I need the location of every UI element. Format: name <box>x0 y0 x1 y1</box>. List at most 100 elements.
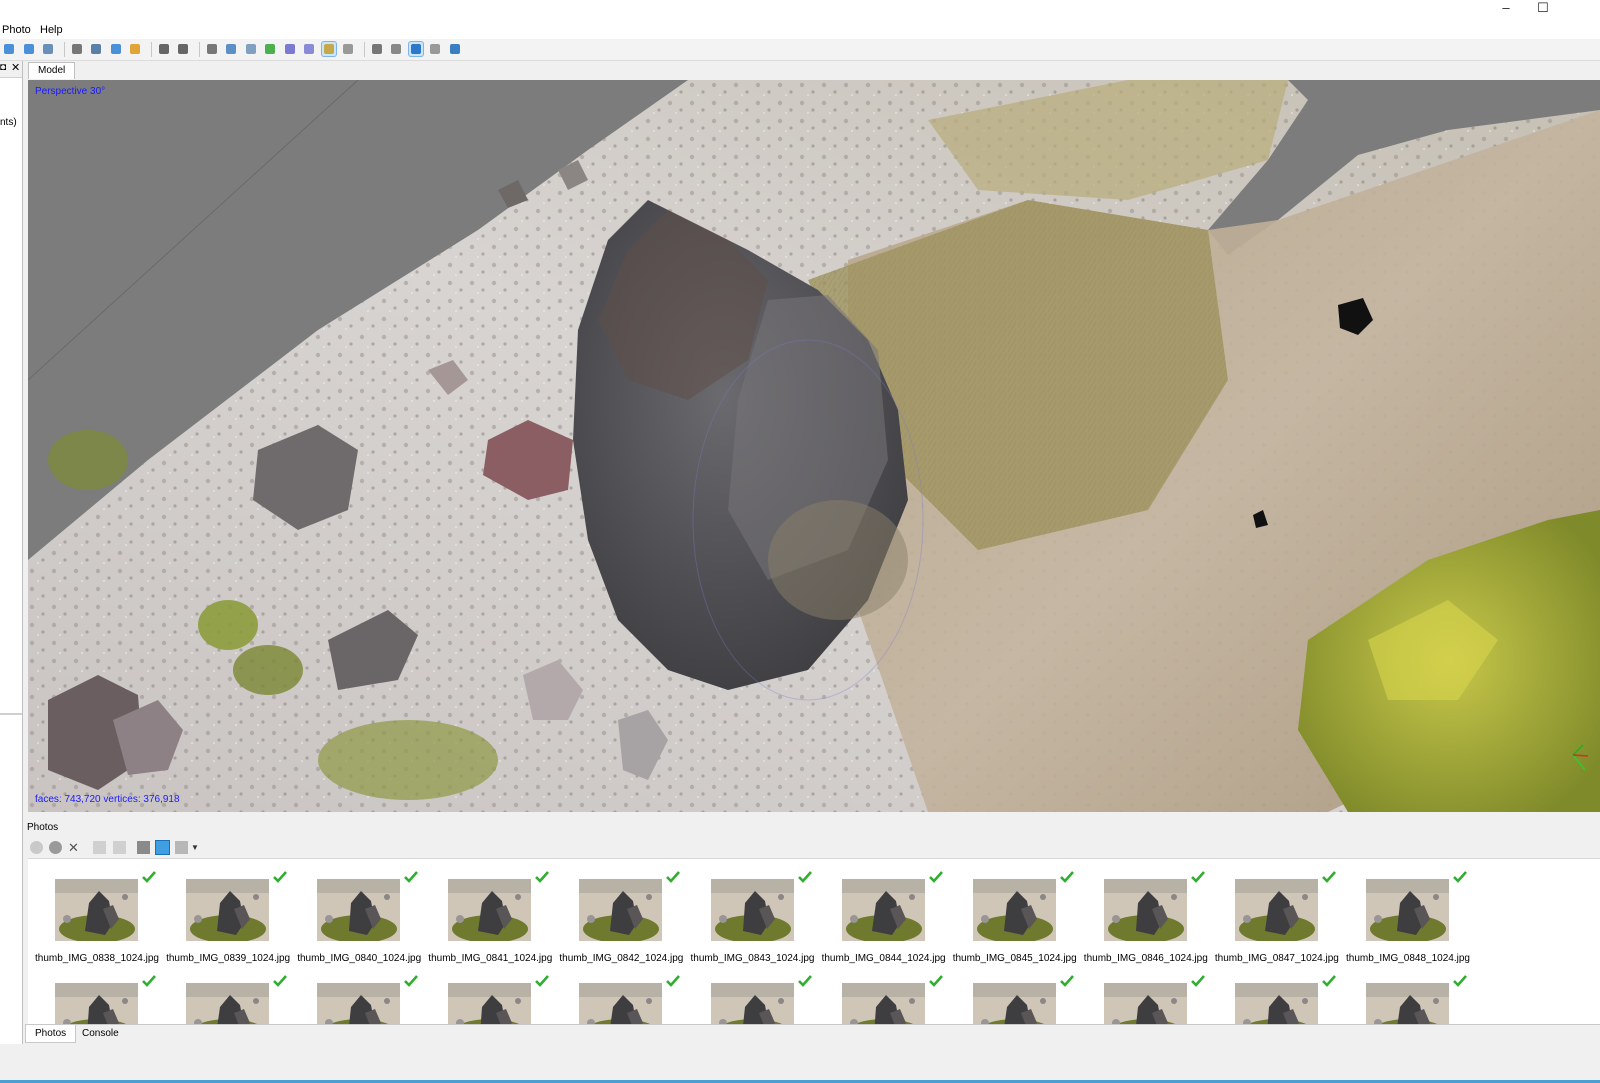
photo-image <box>841 879 925 941</box>
photo-thumbnail[interactable] <box>552 963 683 1024</box>
photo-image <box>448 983 532 1024</box>
solid-model-icon[interactable] <box>283 42 297 56</box>
reset-view-icon[interactable] <box>448 42 462 56</box>
title-bar: – ☐ <box>0 0 1600 21</box>
view-mode-icon[interactable] <box>175 841 188 854</box>
model-viewport[interactable]: Perspective 30° faces: 743,720 vertices:… <box>28 80 1600 812</box>
photo-image <box>972 879 1056 941</box>
photo-thumbnail[interactable]: thumb_IMG_0847_1024.jpg <box>1208 859 1339 964</box>
photo-thumbnail[interactable]: thumb_IMG_0844_1024.jpg <box>815 859 946 964</box>
set-marker-icon[interactable] <box>70 42 84 56</box>
aligned-check-icon <box>666 975 681 987</box>
photo-thumbnail[interactable] <box>159 963 290 1024</box>
aligned-check-icon <box>404 871 419 883</box>
photo-thumbnail[interactable]: thumb_IMG_0838_1024.jpg <box>28 859 159 964</box>
toolbar-separator <box>63 42 65 57</box>
aligned-check-icon <box>273 871 288 883</box>
dense-cloud-icon[interactable] <box>224 42 238 56</box>
rotate-right-icon[interactable] <box>113 841 126 854</box>
aligned-check-icon <box>797 871 812 883</box>
show-shapes-icon[interactable] <box>389 42 403 56</box>
photo-image <box>972 983 1056 1024</box>
aligned-check-icon <box>1059 975 1074 987</box>
minimize-button[interactable]: – <box>1491 0 1521 18</box>
move-object-icon[interactable] <box>41 42 55 56</box>
enable-cameras-icon[interactable] <box>30 841 43 854</box>
photo-thumbnail[interactable] <box>946 963 1077 1024</box>
photo-thumbnail[interactable] <box>1208 963 1339 1024</box>
menu-bar: Photo Help <box>0 21 1600 39</box>
photo-thumbnail[interactable] <box>1077 963 1208 1024</box>
aligned-check-icon <box>142 871 156 883</box>
tab-console[interactable]: Console <box>73 1025 128 1042</box>
wireframe-icon[interactable] <box>302 42 316 56</box>
aligned-check-icon <box>1190 871 1205 883</box>
disable-cameras-icon[interactable] <box>49 841 62 854</box>
grid-icon[interactable] <box>205 42 219 56</box>
rotate-object-icon[interactable] <box>22 42 36 56</box>
bottom-tab-bar: Photos Console <box>25 1024 1600 1044</box>
point-classes-icon[interactable] <box>244 42 258 56</box>
aligned-check-icon <box>535 871 550 883</box>
show-region-icon[interactable] <box>428 42 442 56</box>
photo-thumbnail[interactable]: thumb_IMG_0839_1024.jpg <box>159 859 290 964</box>
photo-thumbnail[interactable] <box>684 963 815 1024</box>
photo-thumbnail[interactable] <box>421 963 552 1024</box>
crop-icon[interactable] <box>176 42 190 56</box>
remove-cameras-icon[interactable]: ✕ <box>68 841 81 854</box>
photo-image <box>448 879 532 941</box>
document-tabs: Model <box>25 61 1600 79</box>
navigation-icon[interactable] <box>2 42 16 56</box>
ruler-point-icon[interactable] <box>89 42 103 56</box>
maximize-button[interactable]: ☐ <box>1528 0 1558 18</box>
tiled-model-icon[interactable] <box>341 42 355 56</box>
status-bar <box>0 1044 1600 1083</box>
photo-thumbnail[interactable]: thumb_IMG_0846_1024.jpg <box>1077 859 1208 964</box>
aligned-check-icon <box>1190 975 1205 987</box>
photo-thumbnail[interactable] <box>28 963 159 1024</box>
tab-model[interactable]: Model <box>28 62 76 79</box>
aligned-check-icon <box>535 975 550 987</box>
photo-image <box>1366 879 1449 941</box>
aligned-check-icon <box>1321 871 1336 883</box>
photo-image <box>1103 983 1187 1024</box>
shaded-model-icon[interactable] <box>263 42 277 56</box>
photo-image <box>186 983 270 1024</box>
textured-model-icon[interactable] <box>321 42 336 56</box>
show-markers-icon[interactable] <box>408 42 423 56</box>
photo-thumbnail[interactable] <box>290 963 421 1024</box>
tab-photos[interactable]: Photos <box>25 1025 77 1043</box>
filter-photos-icon[interactable] <box>137 841 150 854</box>
model-stats-label: faces: 743,720 vertices: 376,918 <box>35 794 180 805</box>
photo-thumbnail[interactable]: thumb_IMG_0842_1024.jpg <box>552 859 683 964</box>
menu-help[interactable]: Help <box>40 24 63 36</box>
aligned-check-icon <box>928 975 943 987</box>
main-toolbar <box>0 39 1600 61</box>
photo-thumbnail[interactable] <box>815 963 946 1024</box>
workspace-tree-text: nts) <box>0 117 17 128</box>
photo-thumbnail[interactable]: thumb_IMG_0841_1024.jpg <box>421 859 552 964</box>
float-panel-icon[interactable]: ◘ <box>0 62 6 73</box>
panel-header: ◘ ✕ <box>0 61 22 78</box>
photo-thumbnail[interactable]: thumb_IMG_0848_1024.jpg <box>1339 859 1470 964</box>
aligned-check-icon <box>1321 975 1336 987</box>
photo-image <box>710 983 794 1024</box>
photo-thumbnail[interactable] <box>1339 963 1470 1024</box>
rotate-left-icon[interactable] <box>93 841 106 854</box>
photo-image <box>55 879 138 941</box>
workspace-panel: ◘ ✕ nts) <box>0 61 23 1051</box>
reset-filter-icon[interactable] <box>156 841 169 854</box>
toolbar-separator <box>150 42 152 57</box>
photo-image <box>841 983 925 1024</box>
photo-thumbnail[interactable]: thumb_IMG_0840_1024.jpg <box>290 859 421 964</box>
photo-thumbnail[interactable]: thumb_IMG_0845_1024.jpg <box>946 859 1077 964</box>
close-panel-icon[interactable]: ✕ <box>11 61 20 74</box>
show-cameras-icon[interactable] <box>370 42 384 56</box>
ruler-icon[interactable] <box>128 42 142 56</box>
photo-image <box>1234 983 1318 1024</box>
draw-polygon-icon[interactable] <box>109 42 123 56</box>
view-mode-dropdown-icon[interactable]: ▼ <box>191 841 204 854</box>
photo-thumbnail[interactable]: thumb_IMG_0843_1024.jpg <box>684 859 815 964</box>
menu-photo[interactable]: Photo <box>2 24 31 36</box>
delete-icon[interactable] <box>157 42 171 56</box>
